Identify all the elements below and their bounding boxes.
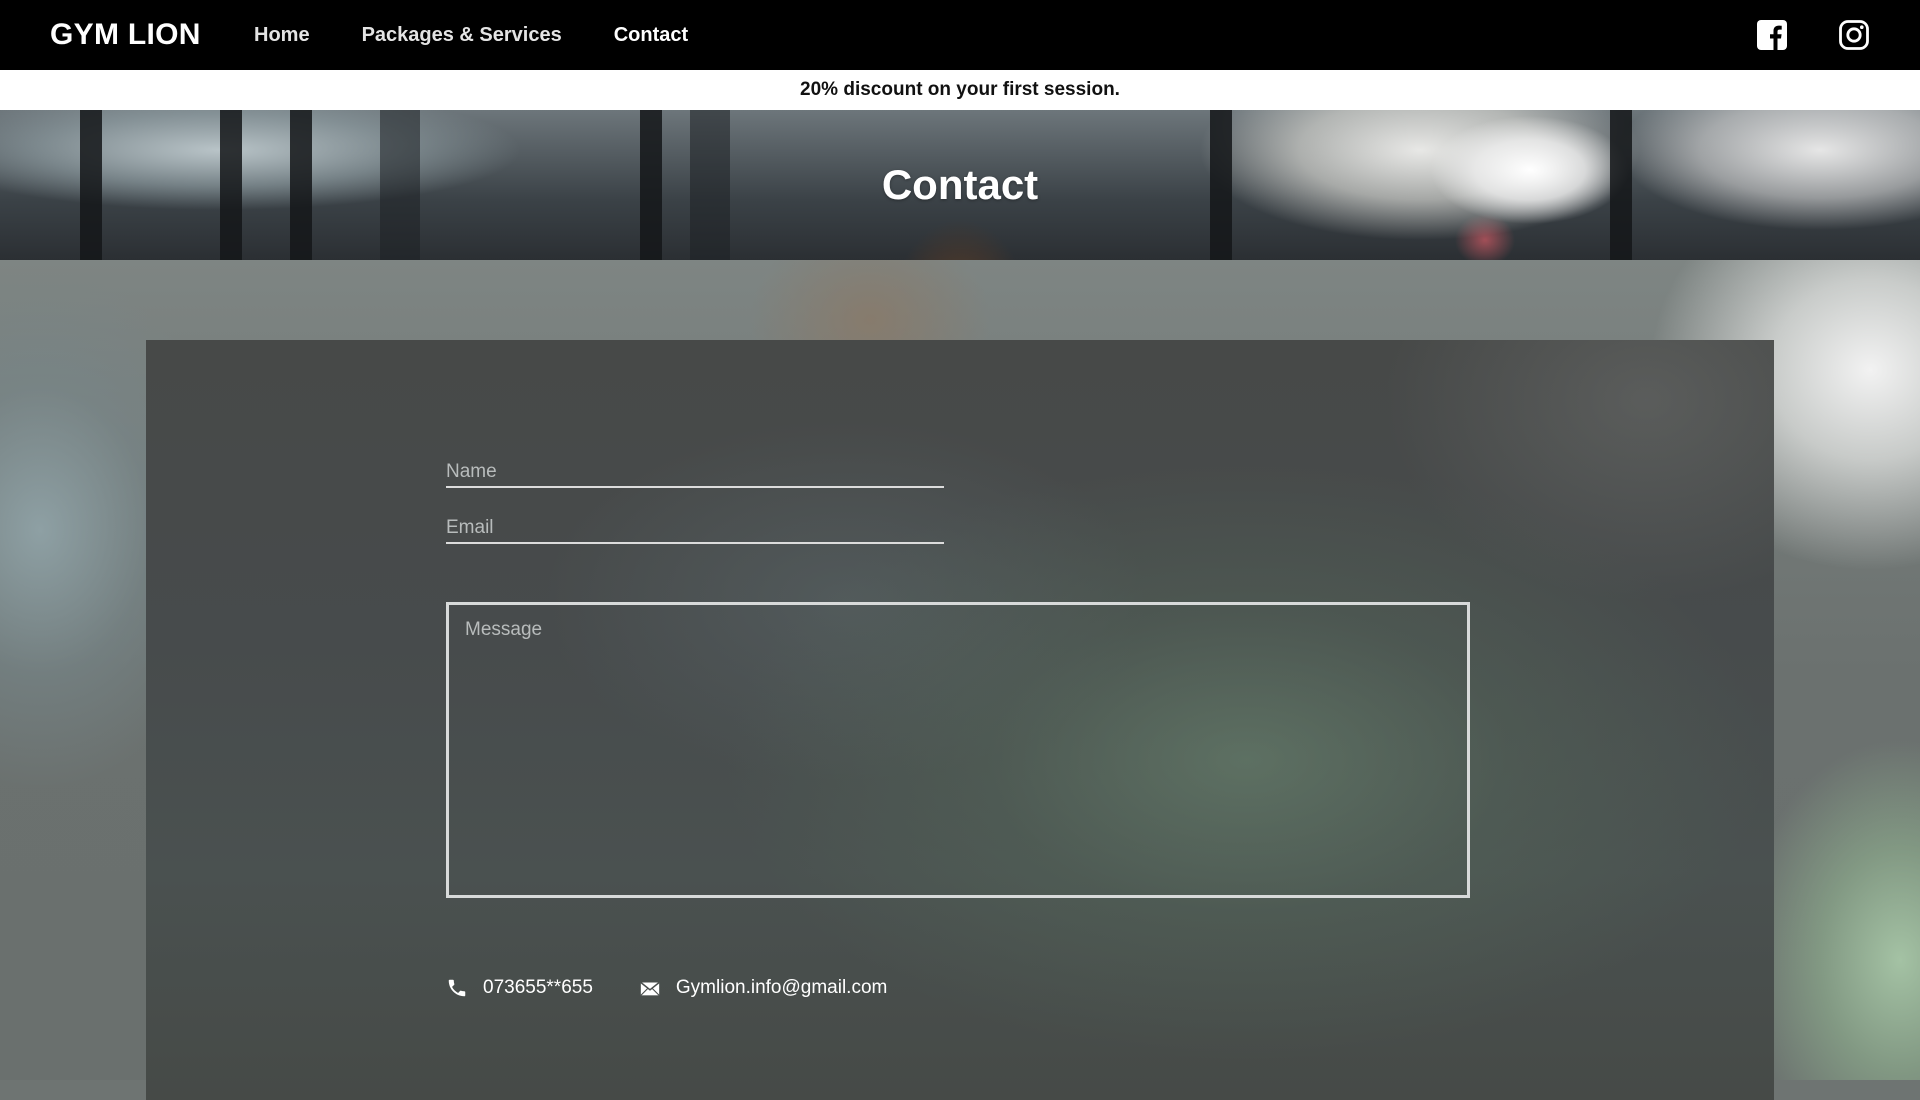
hero-banner: Contact (0, 110, 1920, 260)
instagram-icon[interactable] (1838, 19, 1870, 51)
message-field (446, 602, 1470, 898)
page-title: Contact (881, 161, 1039, 208)
name-field (446, 452, 944, 488)
email-address[interactable]: Gymlion.info@gmail.com (676, 977, 887, 999)
contact-form-card: 073655**655 Gymlion.info@gmail.com (146, 340, 1774, 1100)
social-links (1756, 0, 1870, 70)
email-input[interactable] (446, 508, 944, 542)
nav-links: Home Packages & Services Contact (254, 0, 688, 70)
email-contact: Gymlion.info@gmail.com (639, 977, 887, 999)
phone-icon (448, 979, 466, 997)
phone-number[interactable]: 073655**655 (483, 977, 593, 999)
nav-item-contact[interactable]: Contact (614, 24, 688, 47)
nav-item-home[interactable]: Home (254, 24, 310, 47)
name-input[interactable] (446, 452, 944, 486)
contact-info: 073655**655 Gymlion.info@gmail.com (446, 972, 933, 1004)
facebook-icon[interactable] (1756, 19, 1788, 51)
brand-logo[interactable]: GYM LION (50, 0, 201, 70)
message-textarea[interactable] (449, 605, 1467, 895)
envelope-icon (640, 981, 660, 996)
email-field (446, 508, 944, 544)
phone-contact: 073655**655 (446, 977, 593, 999)
top-navbar: GYM LION Home Packages & Services Contac… (0, 0, 1920, 70)
nav-item-packages-services[interactable]: Packages & Services (362, 24, 562, 47)
promo-banner: 20% discount on your first session. (0, 70, 1920, 110)
